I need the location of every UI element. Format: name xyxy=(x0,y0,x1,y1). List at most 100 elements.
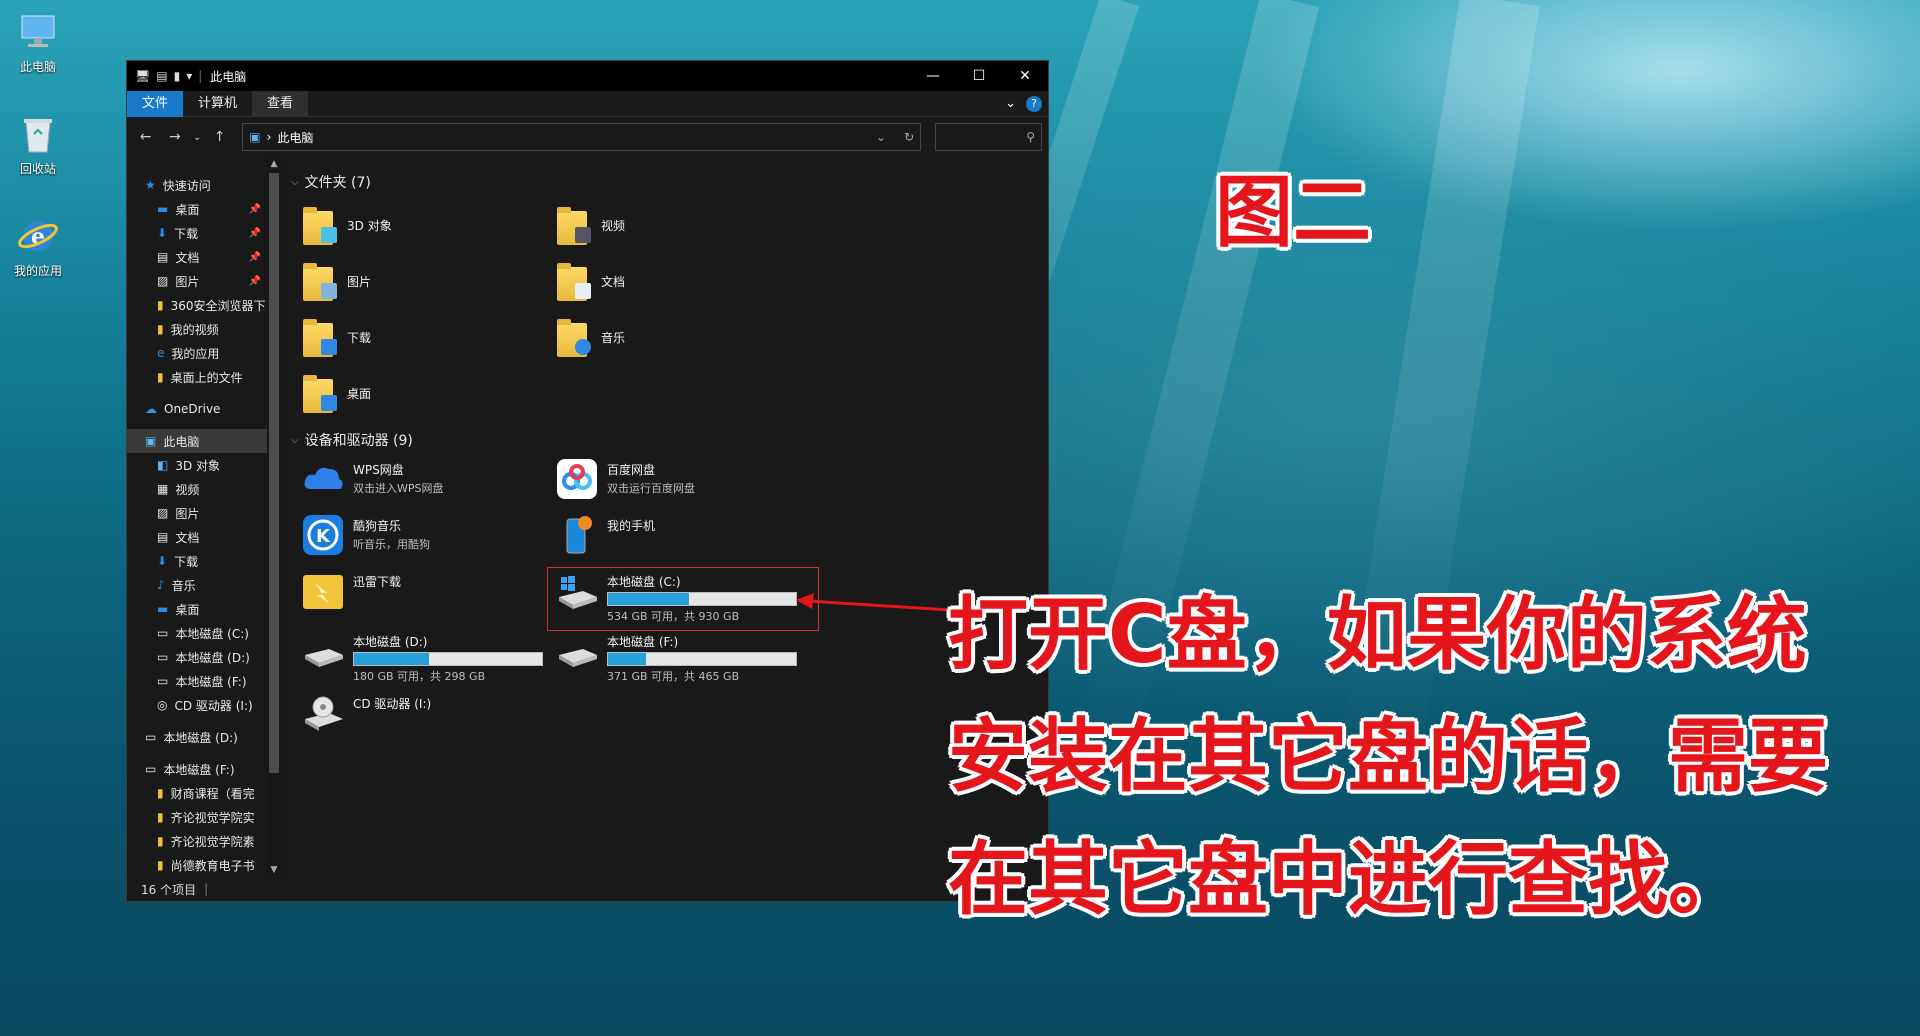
device-wps-drive[interactable]: WPS网盘 双击进入WPS网盘 xyxy=(301,457,551,509)
nav-f-folder[interactable]: ▮ 尚德教育电子书 xyxy=(127,853,267,877)
pin-icon[interactable]: 📌 xyxy=(249,228,267,239)
devices-section-header[interactable]: ⌵ 设备和驱动器 (9) xyxy=(291,429,1048,451)
nav-f-folder[interactable]: ▮ 财商课程（看完 xyxy=(127,781,267,805)
folder-icon: ▮ xyxy=(157,322,164,336)
desktop-icon-my-apps[interactable]: e 我的应用 xyxy=(8,214,68,279)
drive-usage-fill xyxy=(608,653,646,665)
star-icon: ★ xyxy=(145,178,156,192)
nav-item-my-apps[interactable]: e 我的应用 xyxy=(127,341,267,365)
nav-pc-music[interactable]: ♪ 音乐 xyxy=(127,573,267,597)
download-icon: ⬇ xyxy=(157,554,168,568)
customize-dropdown-icon[interactable]: ▾ xyxy=(186,69,192,83)
folder-pictures[interactable]: 图片 xyxy=(301,257,531,305)
device-xunlei-download[interactable]: 迅雷下载 xyxy=(301,569,551,621)
drive-icon: ▭ xyxy=(157,626,169,640)
desktop-icon-recycle-bin[interactable]: 回收站 xyxy=(8,112,68,177)
properties-icon[interactable]: ▤ xyxy=(156,69,167,83)
xunlei-icon xyxy=(301,569,345,613)
nav-item-360-browser[interactable]: ▮ 360安全浏览器下 xyxy=(127,293,267,317)
cube-icon: ◧ xyxy=(157,458,169,472)
tab-view[interactable]: 查看 xyxy=(252,90,309,117)
minimize-button[interactable]: — xyxy=(910,61,956,91)
nav-f-folder[interactable]: ▮ 齐论视觉学院实 xyxy=(127,805,267,829)
nav-item-desktop-files[interactable]: ▮ 桌面上的文件 xyxy=(127,365,267,389)
folder-documents[interactable]: 文档 xyxy=(555,257,785,305)
nav-this-pc[interactable]: ▣ 此电脑 xyxy=(127,429,267,453)
annotation-line-3: 在其它盘中进行查找。 xyxy=(948,833,1748,926)
nav-pc-pictures[interactable]: ▨ 图片 xyxy=(127,501,267,525)
music-icon: ♪ xyxy=(157,578,165,592)
figure-label: 图二 xyxy=(1215,168,1372,258)
up-button[interactable]: ↑ xyxy=(207,129,232,145)
expand-ribbon-icon[interactable]: ⌄ xyxy=(1005,96,1016,111)
nav-item-my-videos[interactable]: ▮ 我的视频 xyxy=(127,317,267,341)
phone-icon xyxy=(555,513,599,557)
maximize-button[interactable]: ☐ xyxy=(956,61,1002,91)
recent-locations-icon[interactable]: ⌄ xyxy=(191,132,203,143)
drive-f[interactable]: 本地磁盘 (F:) 371 GB 可用，共 465 GB xyxy=(555,629,805,683)
device-kugou-music[interactable]: K 酷狗音乐 听音乐，用酷狗 xyxy=(301,513,551,565)
computer-icon: 🖥 xyxy=(135,69,151,83)
close-button[interactable]: ✕ xyxy=(1002,61,1048,91)
nav-quick-access[interactable]: ★ 快速访问 xyxy=(127,173,267,197)
nav-onedrive[interactable]: ☁ OneDrive xyxy=(127,397,267,421)
address-dropdown-icon[interactable]: ⌄ xyxy=(876,130,886,144)
folder-videos[interactable]: 视频 xyxy=(555,201,785,249)
nav-pc-drive-f[interactable]: ▭ 本地磁盘 (F:) xyxy=(127,669,267,693)
drive-icon: ▭ xyxy=(157,650,169,664)
nav-item-documents[interactable]: ▤ 文档 📌 xyxy=(127,245,267,269)
device-my-phone[interactable]: 我的手机 xyxy=(555,513,805,565)
desktop-icon: ▬ xyxy=(157,202,169,216)
drive-usage-bar xyxy=(353,652,543,666)
nav-scrollbar[interactable]: ▲ ▼ xyxy=(267,159,281,877)
cd-drive-icon xyxy=(301,691,345,735)
tab-file[interactable]: 文件 xyxy=(127,90,184,117)
folder-downloads[interactable]: 下载 xyxy=(301,313,531,361)
nav-pc-downloads[interactable]: ⬇ 下载 xyxy=(127,549,267,573)
drive-cd-i[interactable]: CD 驱动器 (I:) xyxy=(301,691,551,743)
nav-drive-d[interactable]: ▭ 本地磁盘 (D:) xyxy=(127,725,267,749)
ribbon-tabs: 文件 计算机 查看 ⌄ ? xyxy=(127,90,1048,117)
folders-section-header[interactable]: ⌵ 文件夹 (7) xyxy=(291,171,1048,193)
nav-pc-cd-drive[interactable]: ◎ CD 驱动器 (I:) xyxy=(127,693,267,717)
nav-pc-videos[interactable]: ▦ 视频 xyxy=(127,477,267,501)
pin-icon[interactable]: 📌 xyxy=(249,252,267,263)
folder-desktop[interactable]: 桌面 xyxy=(301,369,531,417)
refresh-icon[interactable]: ↻ xyxy=(904,130,914,144)
help-icon[interactable]: ? xyxy=(1026,95,1042,112)
pin-icon[interactable]: 📌 xyxy=(249,204,267,215)
wps-cloud-icon xyxy=(301,457,345,501)
nav-drive-f[interactable]: ▭ 本地磁盘 (F:) xyxy=(127,757,267,781)
scroll-up-icon[interactable]: ▲ xyxy=(267,159,281,171)
music-folder-icon xyxy=(555,317,593,357)
nav-pc-3d-objects[interactable]: ◧ 3D 对象 xyxy=(127,453,267,477)
scrollbar-thumb[interactable] xyxy=(269,173,279,773)
forward-button[interactable]: → xyxy=(162,129,187,145)
document-icon: ▤ xyxy=(157,250,169,264)
nav-pc-drive-c[interactable]: ▭ 本地磁盘 (C:) xyxy=(127,621,267,645)
back-button[interactable]: ← xyxy=(133,129,158,145)
baidu-drive-icon xyxy=(555,457,599,501)
video-folder-icon xyxy=(555,205,593,245)
desktop-icon-this-pc[interactable]: 此电脑 xyxy=(8,10,68,75)
folder-3d-objects[interactable]: 3D 对象 xyxy=(301,201,531,249)
explorer-window: 🖥 ▤ ▮ ▾ | 此电脑 — ☐ ✕ 文件 计算机 查看 ⌄ ? ← → ⌄ … xyxy=(126,60,1049,902)
address-bar[interactable]: ▣ › 此电脑 ⌄ ↻ xyxy=(242,123,922,151)
nav-item-downloads[interactable]: ⬇ 下载 📌 xyxy=(127,221,267,245)
nav-pc-documents[interactable]: ▤ 文档 xyxy=(127,525,267,549)
nav-item-desktop[interactable]: ▬ 桌面 📌 xyxy=(127,197,267,221)
tab-computer[interactable]: 计算机 xyxy=(183,91,252,117)
nav-item-pictures[interactable]: ▨ 图片 📌 xyxy=(127,269,267,293)
folder-music[interactable]: 音乐 xyxy=(555,313,785,361)
search-input[interactable]: ⚲ xyxy=(935,123,1042,151)
drive-d[interactable]: 本地磁盘 (D:) 180 GB 可用，共 298 GB xyxy=(301,629,551,683)
pin-icon[interactable]: 📌 xyxy=(249,276,267,287)
nav-f-folder[interactable]: ▮ 齐论视觉学院素 xyxy=(127,829,267,853)
cd-icon: ◎ xyxy=(157,698,168,712)
scroll-down-icon[interactable]: ▼ xyxy=(267,865,281,877)
nav-pc-drive-d[interactable]: ▭ 本地磁盘 (D:) xyxy=(127,645,267,669)
desktop-folder-icon xyxy=(301,373,339,413)
nav-pc-desktop[interactable]: ▬ 桌面 xyxy=(127,597,267,621)
new-folder-icon[interactable]: ▮ xyxy=(174,69,181,83)
device-baidu-drive[interactable]: 百度网盘 双击运行百度网盘 xyxy=(555,457,805,509)
